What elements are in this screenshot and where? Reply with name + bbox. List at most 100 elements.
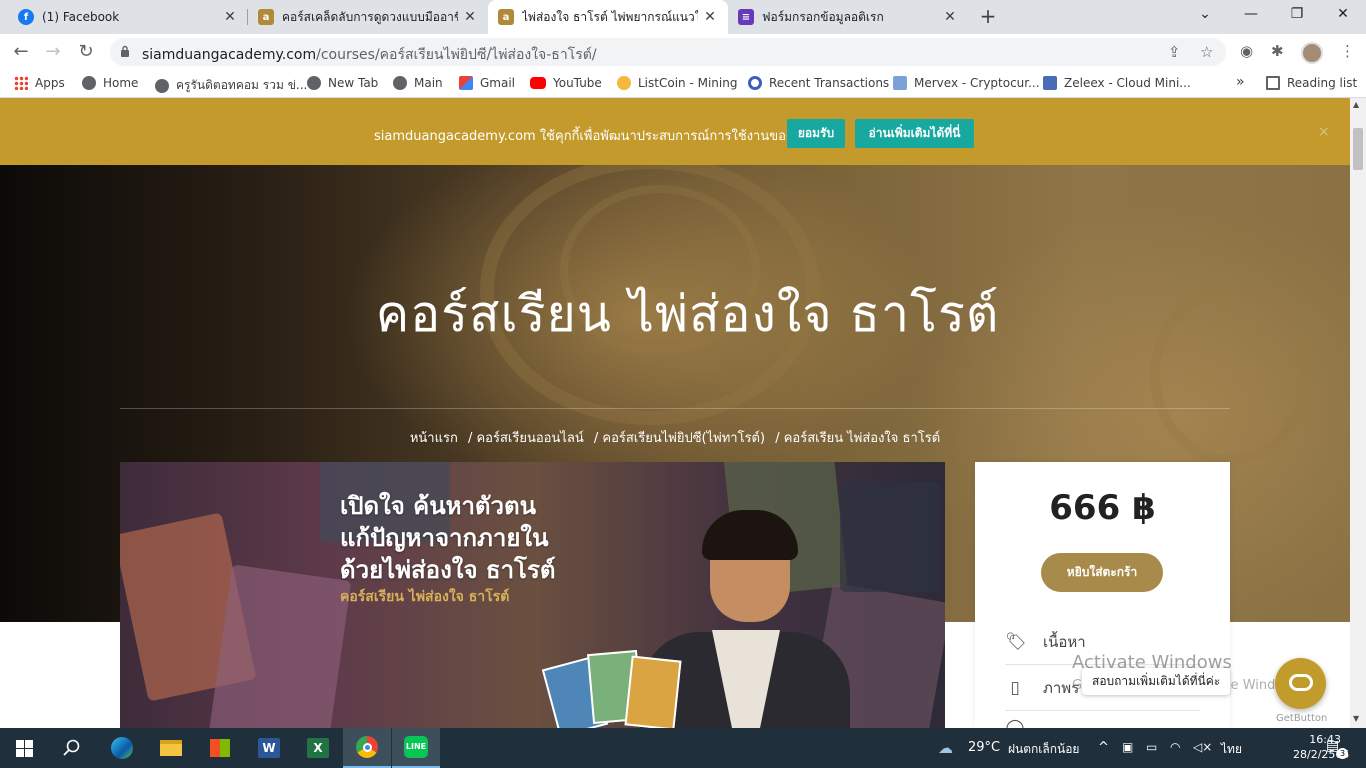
bookmark-label: Gmail — [480, 76, 516, 90]
close-tab-icon[interactable]: ✕ — [222, 9, 238, 25]
chat-button[interactable] — [1275, 658, 1326, 709]
chat-prompt-bubble[interactable]: สอบถามเพิ่มเติมได้ที่นี่ค่ะ — [1082, 668, 1231, 695]
bookmark-label: Main — [414, 76, 443, 90]
pinterest-extension-icon[interactable]: ◉ — [1240, 42, 1253, 60]
volume-muted-icon[interactable]: ◁× — [1193, 740, 1212, 754]
tab-forms[interactable]: ≡ ฟอร์มกรอกข้อมูลอติเรก ✕ — [728, 0, 968, 34]
tab-title: ฟอร์มกรอกข้อมูลอติเรก — [762, 9, 884, 24]
share-icon[interactable]: ⇪ — [1168, 43, 1181, 61]
minimize-button[interactable]: — — [1228, 0, 1274, 30]
input-language[interactable]: ไทย — [1221, 740, 1242, 759]
tab-strip: f (1) Facebook ✕ a คอร์สเคล็ดลับการดูดวง… — [0, 0, 1366, 34]
bookmark-main[interactable]: Main — [393, 76, 443, 90]
bookmark-recent-transactions[interactable]: Recent Transactions — [748, 76, 889, 90]
close-tab-icon[interactable]: ✕ — [462, 9, 478, 25]
scrollbar-thumb[interactable] — [1353, 128, 1363, 170]
siamduang-icon: a — [498, 9, 514, 25]
battery-icon[interactable]: ▭ — [1146, 740, 1157, 754]
cookie-read-more-button[interactable]: อ่านเพิ่มเติมได้ที่นี่ — [855, 119, 974, 148]
globe-icon — [82, 76, 96, 90]
breadcrumb-home[interactable]: หน้าแรก — [410, 431, 458, 446]
edge-icon — [111, 737, 133, 759]
getbutton-credit[interactable]: GetButton — [1276, 713, 1327, 724]
cookie-banner: siamduangacademy.com ใช้คุกกี้เพื่อพัฒนา… — [0, 98, 1350, 165]
banner-subtitle: คอร์สเรียน ไพ่ส่องใจ ธาโรต์ — [340, 589, 510, 605]
course-overview-item: ▯ ภาพร — [1005, 676, 1079, 700]
wifi-icon[interactable]: ◠ — [1170, 740, 1180, 754]
scroll-up-icon[interactable]: ▲ — [1353, 100, 1359, 109]
bookmark-label: Zeleex - Cloud Mini... — [1064, 76, 1191, 90]
course-content-item: 🏷 เนื้อหา — [1005, 630, 1086, 654]
start-button[interactable] — [0, 728, 48, 768]
taskbar-excel[interactable]: X — [294, 728, 342, 768]
bookmarks-overflow-button[interactable]: » — [1236, 74, 1245, 90]
breadcrumb-online-courses[interactable]: / คอร์สเรียนออนไลน์ — [468, 431, 584, 446]
tab-search-icon[interactable]: ⌄ — [1182, 0, 1228, 30]
taskbar-file-explorer[interactable] — [147, 728, 195, 768]
excel-icon: X — [307, 738, 329, 758]
zeleex-icon — [1043, 76, 1057, 90]
tab-course-tips[interactable]: a คอร์สเคล็ดลับการดูดวงแบบมืออาชีพ - ✕ — [248, 0, 488, 34]
bookmark-listcoin[interactable]: ListCoin - Mining — [617, 76, 737, 90]
taskbar-edge[interactable] — [98, 728, 146, 768]
meet-now-icon[interactable]: ▣ — [1122, 740, 1133, 754]
reload-button[interactable]: ↻ — [73, 40, 99, 66]
globe-icon — [155, 78, 169, 93]
gmail-icon — [459, 76, 473, 90]
bookmark-label: YouTube — [553, 76, 602, 90]
reading-list-label: Reading list — [1287, 76, 1358, 90]
bookmark-label: Recent Transactions — [769, 76, 890, 90]
tab-title: คอร์สเคล็ดลับการดูดวงแบบมืออาชีพ - — [282, 9, 458, 24]
folder-icon — [160, 740, 182, 756]
lock-icon — [121, 45, 129, 57]
tray-overflow-icon[interactable]: ^ — [1098, 740, 1109, 755]
recent-transactions-icon — [748, 76, 762, 90]
weather-temperature[interactable]: 29°C — [968, 740, 1000, 755]
circle-icon: ◯ — [1005, 718, 1025, 728]
taskbar-word[interactable]: W — [245, 728, 293, 768]
profile-avatar[interactable] — [1301, 42, 1323, 64]
bookmark-apps[interactable]: Apps — [14, 76, 65, 90]
bookmark-gmail[interactable]: Gmail — [459, 76, 515, 90]
bookmark-youtube[interactable]: YouTube — [530, 76, 602, 90]
windows-logo-icon — [15, 739, 33, 757]
back-button[interactable]: ← — [8, 40, 34, 66]
weather-description[interactable]: ฝนตกเล็กน้อย — [1008, 740, 1079, 759]
scroll-down-icon[interactable]: ▼ — [1353, 714, 1359, 723]
add-to-cart-button[interactable]: หยิบใส่ตะกร้า — [1041, 553, 1163, 592]
reading-list-button[interactable]: Reading list — [1266, 76, 1357, 90]
bookmark-new-tab[interactable]: New Tab — [307, 76, 378, 90]
menu-kebab-icon[interactable]: ⋮ — [1340, 42, 1355, 60]
tarot-card-decoration — [208, 564, 352, 728]
bookmark-kru[interactable]: ครูรันดิตอทคอม รวม ข่... — [155, 76, 307, 95]
close-tab-icon[interactable]: ✕ — [702, 9, 718, 25]
url-domain: siamduangacademy.com — [142, 47, 317, 63]
extensions-puzzle-icon[interactable]: ✱ — [1271, 42, 1284, 60]
close-window-button[interactable]: ✕ — [1320, 0, 1366, 30]
forward-button[interactable]: → — [40, 40, 66, 66]
held-card-decoration — [624, 655, 682, 728]
close-tab-icon[interactable]: ✕ — [942, 9, 958, 25]
restore-button[interactable]: ❐ — [1274, 0, 1320, 30]
breadcrumb-tarot-courses[interactable]: / คอร์สเรียนไพ่ยิปซี(ไพ่ทาโรต์) — [594, 431, 765, 446]
cookie-close-icon[interactable]: × — [1318, 124, 1330, 140]
url-text: siamduangacademy.com/courses/คอร์สเรียนไ… — [142, 44, 597, 66]
new-tab-button[interactable]: + — [976, 5, 1000, 29]
cookie-accept-button[interactable]: ยอมรับ — [787, 119, 845, 148]
taskbar-chrome[interactable] — [343, 728, 391, 768]
search-button[interactable] — [48, 728, 96, 768]
tab-active-tarot[interactable]: a ไพ่ส่องใจ ธาโรต์ ไพ่พยากรณ์แนวใหม่เ ✕ — [488, 0, 728, 34]
tab-facebook[interactable]: f (1) Facebook ✕ — [8, 0, 248, 34]
bookmark-zeleex[interactable]: Zeleex - Cloud Mini... — [1043, 76, 1191, 90]
bookmark-mervex[interactable]: Mervex - Cryptocur... — [893, 76, 1040, 90]
divider — [1005, 710, 1200, 711]
next-info-item: ◯ — [1005, 718, 1043, 728]
address-bar[interactable]: siamduangacademy.com/courses/คอร์สเรียนไ… — [110, 38, 1226, 66]
bookmark-home[interactable]: Home — [82, 76, 138, 90]
page-scrollbar[interactable]: ▲ ▼ — [1350, 98, 1366, 728]
tag-icon: 🏷 — [1005, 632, 1027, 652]
bookmark-star-icon[interactable]: ☆ — [1200, 43, 1213, 61]
notification-count-badge: 3 — [1337, 748, 1348, 759]
taskbar-line[interactable]: LINE — [392, 728, 440, 768]
taskbar-store[interactable] — [196, 728, 244, 768]
